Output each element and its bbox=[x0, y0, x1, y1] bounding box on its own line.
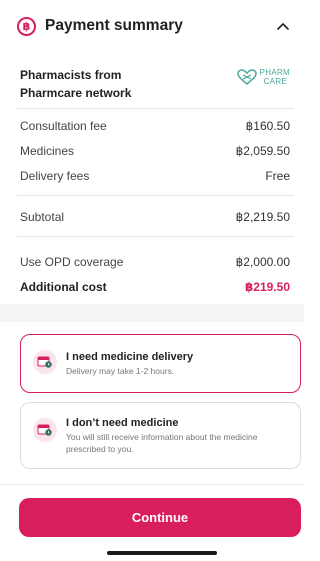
payment-summary-header[interactable]: ฿ Payment summary bbox=[0, 0, 304, 52]
option-no-medicine[interactable]: I don’t need medicine You will still rec… bbox=[20, 402, 301, 469]
option-medicine-delivery[interactable]: I need medicine delivery Delivery may ta… bbox=[20, 334, 301, 393]
additional-cost-value: ฿219.50 bbox=[244, 280, 290, 294]
additional-cost-label: Additional cost bbox=[20, 280, 107, 294]
divider bbox=[17, 108, 294, 109]
option-description: You will still receive information about… bbox=[66, 432, 258, 454]
divider bbox=[17, 236, 294, 237]
provider-name: Pharmacists from Pharmcare network bbox=[20, 68, 132, 100]
continue-button[interactable]: Continue bbox=[19, 498, 301, 537]
fee-row-consultation: Consultation fee ฿160.50 bbox=[20, 118, 290, 134]
divider bbox=[17, 195, 294, 196]
option-description: Delivery may take 1-2 hours. bbox=[66, 366, 175, 376]
chevron-up-icon[interactable] bbox=[276, 19, 290, 33]
fee-value: ฿160.50 bbox=[245, 119, 290, 133]
calendar-doctor-icon bbox=[33, 418, 57, 442]
subtotal-value: ฿2,219.50 bbox=[235, 210, 290, 224]
subtotal-label: Subtotal bbox=[20, 210, 65, 224]
option-title: I need medicine delivery bbox=[66, 351, 194, 363]
footer-divider bbox=[0, 484, 304, 485]
coverage-label: Use OPD coverage bbox=[20, 255, 124, 269]
fee-row-delivery: Delivery fees Free bbox=[20, 168, 290, 184]
coverage-row: Use OPD coverage ฿2,000.00 bbox=[20, 254, 290, 270]
subtotal-row: Subtotal ฿2,219.50 bbox=[20, 209, 290, 225]
fee-value: Free bbox=[265, 169, 290, 183]
fee-row-medicines: Medicines ฿2,059.50 bbox=[20, 143, 290, 159]
fee-label: Consultation fee bbox=[20, 119, 107, 133]
logo-line1: PHARM bbox=[259, 68, 290, 77]
pharmcare-logo: PHARM CARE bbox=[236, 68, 290, 86]
provider-row: Pharmacists from Pharmcare network PHARM… bbox=[20, 66, 290, 102]
home-indicator bbox=[107, 551, 217, 555]
coverage-value: ฿2,000.00 bbox=[235, 255, 290, 269]
fee-label: Delivery fees bbox=[20, 169, 90, 183]
calendar-doctor-icon bbox=[33, 350, 57, 374]
fee-label: Medicines bbox=[20, 144, 75, 158]
baht-icon: ฿ bbox=[17, 16, 36, 36]
fee-value: ฿2,059.50 bbox=[235, 144, 290, 158]
option-title: I don’t need medicine bbox=[66, 417, 179, 429]
heart-logo-icon bbox=[236, 69, 257, 85]
section-separator bbox=[0, 304, 304, 322]
section-title: Payment summary bbox=[45, 17, 183, 34]
additional-cost-row: Additional cost ฿219.50 bbox=[20, 279, 290, 295]
logo-line2: CARE bbox=[263, 77, 288, 86]
